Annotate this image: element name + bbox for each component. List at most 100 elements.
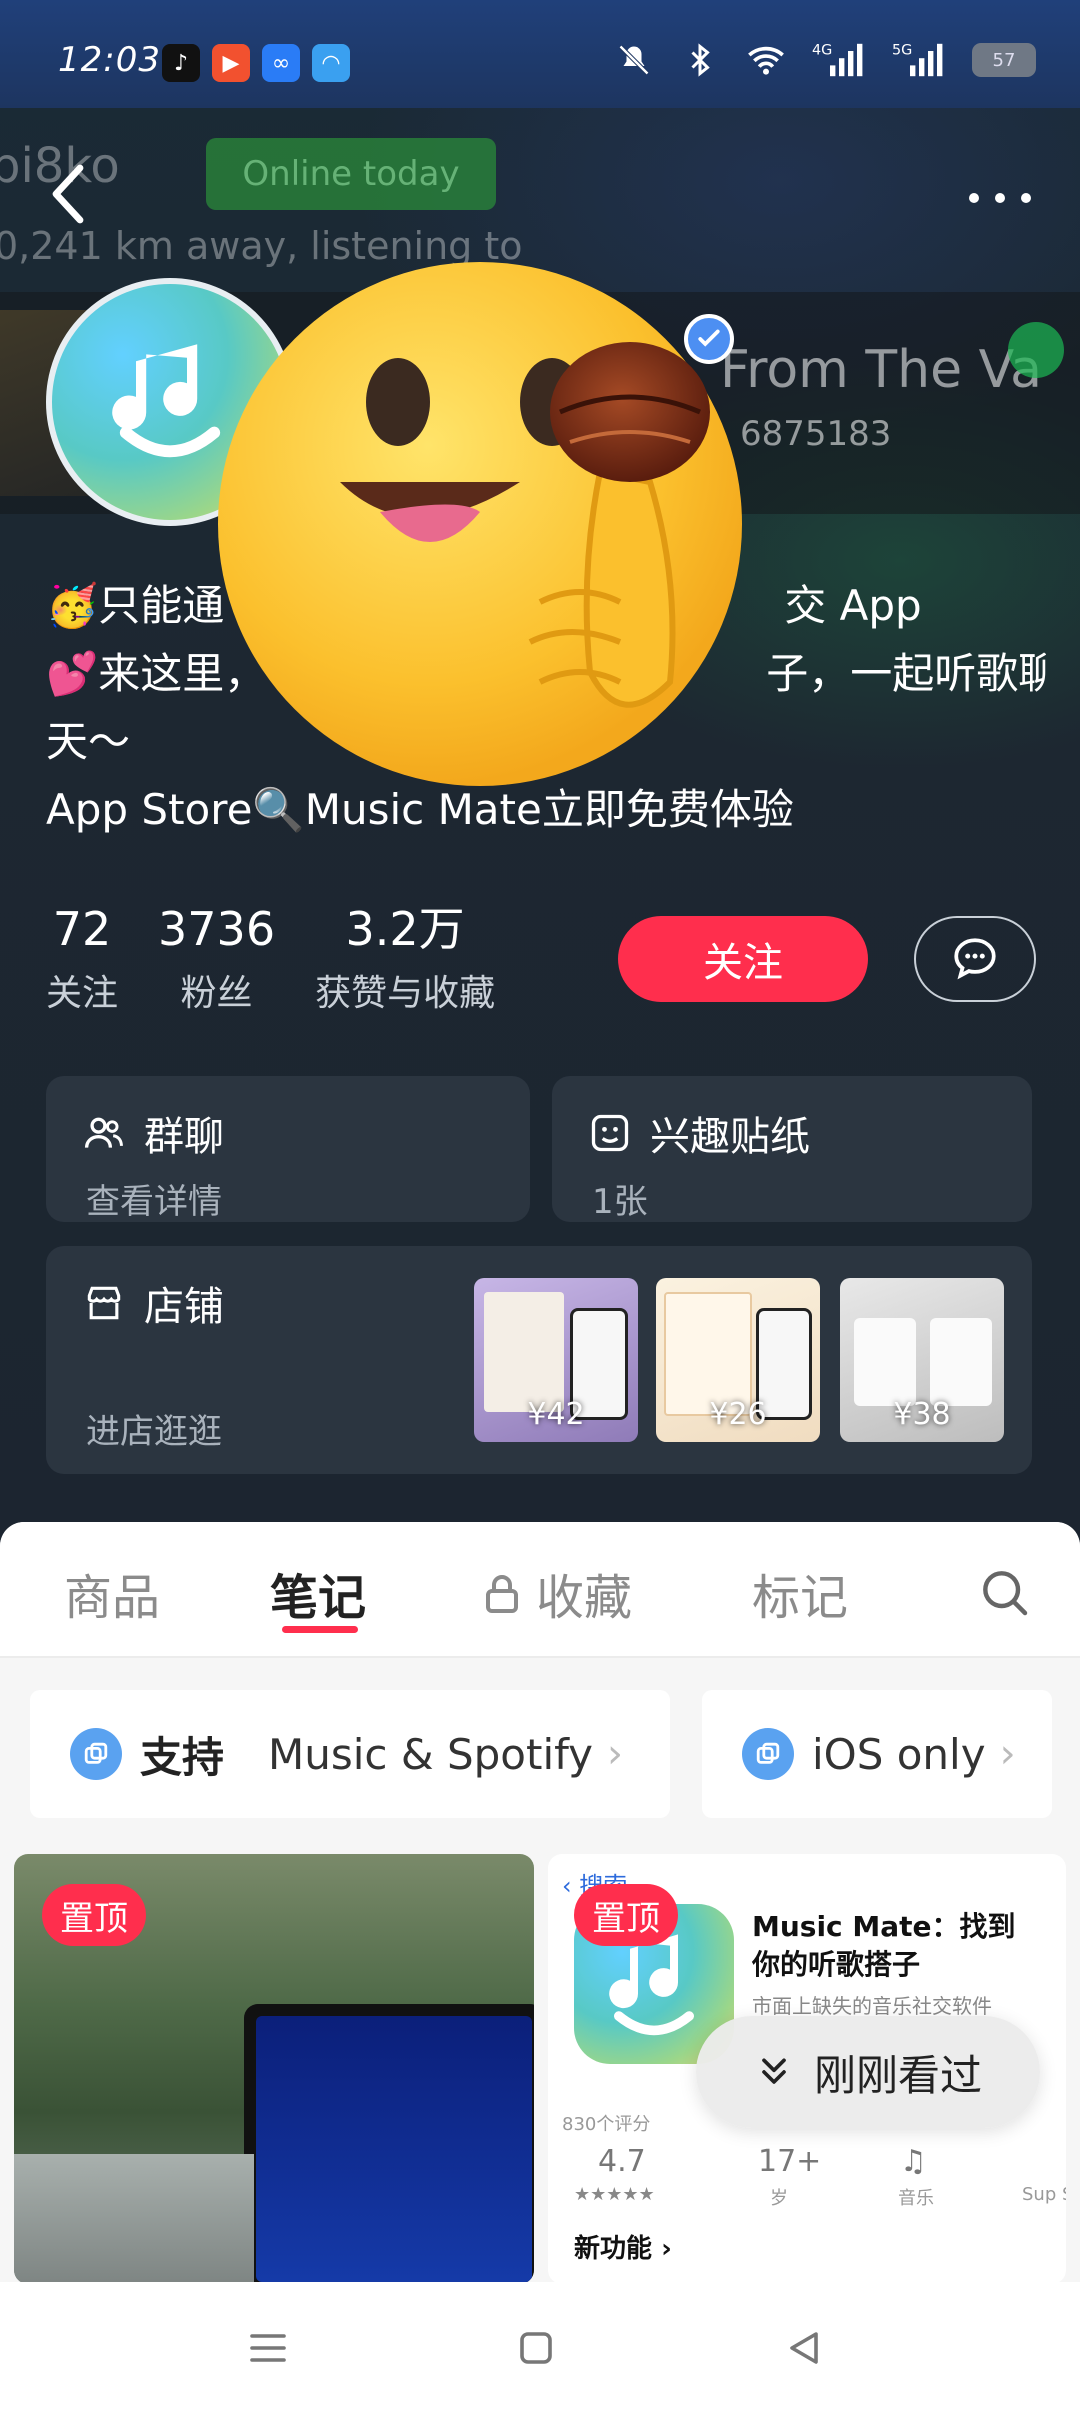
shop-item-2[interactable]: ¥26 — [656, 1278, 820, 1442]
browser-app-icon: ◠ — [312, 44, 350, 82]
ios-label: iOS only — [812, 1729, 986, 1779]
profile-header: 12:03 ♪ ▶ ∞ ◠ 4G 5G 57 pi8ko Online toda… — [0, 0, 1080, 1540]
content-sheet: 商品 笔记 收藏 标记 支持 Music & Spotify › iOS onl… — [0, 1522, 1080, 2282]
back-triangle-icon[interactable] — [780, 2324, 828, 2372]
shop-card[interactable]: 店铺 进店逛逛 ¥42 ¥26 ¥38 — [46, 1246, 1032, 1474]
shop-title: 店铺 — [144, 1284, 224, 1330]
bio-line-2-tail: 子，一起听歌聊 — [766, 649, 1046, 698]
sticker-icon — [591, 1114, 629, 1152]
magnifier-icon: 🔍 — [252, 785, 305, 834]
stat-likes[interactable]: 3.2万 获赞与收藏 — [315, 900, 495, 1016]
tab-notes[interactable]: 笔记 — [270, 1558, 366, 1628]
shop-subtitle: 进店逛逛 — [86, 1412, 222, 1452]
battery-level: 57 — [992, 49, 1016, 71]
follow-button[interactable]: 关注 — [618, 916, 868, 1002]
message-button[interactable] — [914, 916, 1036, 1002]
sticker-card[interactable]: 兴趣贴纸 1张 — [552, 1076, 1032, 1222]
stat-following[interactable]: 72 关注 — [46, 900, 118, 1016]
support-chip[interactable]: 支持 Music & Spotify › — [30, 1690, 670, 1818]
rating-count: 830个评分 — [562, 2114, 651, 2135]
group-icon — [84, 1117, 123, 1148]
bio-line-4a: App Store — [46, 785, 253, 834]
tab-label: 收藏 — [536, 1570, 633, 1626]
ios-chip[interactable]: iOS only › — [702, 1690, 1052, 1818]
shop-item-price: ¥38 — [893, 1397, 951, 1432]
system-nav-bar — [0, 2282, 1080, 2414]
bio-line-4b: Music Mate立即免费体验 — [304, 785, 794, 834]
bio-line-1-tail: 交 App — [784, 581, 922, 630]
bluetooth-icon — [680, 40, 720, 80]
signal-4g-icon: 4G — [812, 40, 866, 80]
status-icons: 4G 5G 57 — [614, 40, 1036, 80]
online-status-chip: Online today — [206, 138, 496, 210]
rating-value: 4.7 — [598, 2144, 646, 2179]
home-icon[interactable] — [512, 2324, 560, 2372]
recently-viewed-label: 刚刚看过 — [813, 2050, 982, 2100]
table-surface — [14, 2154, 254, 2282]
shop-item-3[interactable]: ¥38 — [840, 1278, 1004, 1442]
search-icon[interactable] — [976, 1564, 1032, 1620]
stat-label: 粉丝 — [180, 973, 253, 1014]
back-button[interactable] — [40, 156, 100, 232]
bio-line-1: 🥳只能通 — [46, 581, 225, 630]
svg-text:5G: 5G — [892, 43, 912, 59]
chevrons-down-icon — [762, 2058, 786, 2084]
recently-viewed-button[interactable]: 刚刚看过 — [696, 2016, 1040, 2128]
verified-badge — [684, 314, 734, 364]
group-chat-title: 群聊 — [144, 1114, 224, 1160]
stat-label: 获赞与收藏 — [315, 973, 496, 1014]
age-unit: 岁 — [770, 2188, 788, 2209]
tab-label: 商品 — [64, 1570, 161, 1626]
support-label: 支持 — [140, 1732, 225, 1782]
tab-marks[interactable]: 标记 — [752, 1558, 848, 1628]
battery-icon: 57 — [972, 43, 1036, 77]
menu-icon[interactable] — [244, 2324, 292, 2372]
cloud-app-icon: ∞ — [262, 44, 300, 82]
chevron-right-icon: › — [607, 1731, 624, 1777]
song-title: From The Va — [720, 340, 1043, 400]
note-card-1[interactable]: 置顶 — [14, 1854, 534, 2282]
stat-number: 3736 — [158, 902, 276, 956]
sticker-title: 兴趣贴纸 — [650, 1114, 810, 1160]
music-category-icon: ♫ — [900, 2144, 927, 2179]
collection-icon — [70, 1728, 122, 1780]
age-rating: 17+ — [758, 2144, 822, 2179]
tiktok-icon: ♪ — [162, 44, 200, 82]
more-options-button[interactable] — [960, 178, 1040, 218]
collection-icon — [742, 1728, 794, 1780]
stat-number: 72 — [52, 902, 112, 956]
app-subtitle: 市面上缺失的音乐社交软件 — [752, 1994, 992, 2018]
support-value: Music & Spotify — [268, 1729, 594, 1779]
status-time: 12:03 — [58, 40, 161, 80]
tab-goods[interactable]: 商品 — [64, 1558, 160, 1628]
new-features-label: 新功能 — [574, 2234, 653, 2264]
tab-collections[interactable]: 收藏 — [482, 1558, 632, 1628]
bio-line-3: 天～ — [46, 717, 131, 766]
shop-item-price: ¥26 — [709, 1397, 767, 1432]
bio: 🥳只能通 交 App 💕来这里， 子，一起听歌聊 天～ App Store🔍Musi… — [46, 572, 1046, 844]
signal-5g-icon: 5G — [892, 40, 946, 80]
mute-icon — [614, 40, 654, 80]
active-tab-indicator — [282, 1626, 358, 1633]
lock-icon — [486, 1575, 518, 1613]
developer-label: Sup Sp — [1022, 2184, 1066, 2205]
pinned-badge: 置顶 — [574, 1884, 678, 1946]
user-id: 6875183 — [740, 414, 892, 454]
profile-stats: 72 关注 3736 粉丝 3.2万 获赞与收藏 — [46, 900, 495, 1016]
category-label: 音乐 — [898, 2188, 934, 2209]
app-title: Music Mate：找到你的听歌搭子 — [752, 1910, 1016, 1981]
profile-tabs: 商品 笔记 收藏 标记 — [0, 1522, 1080, 1658]
shop-item-price: ¥42 — [527, 1397, 585, 1432]
top-nav: pi8ko Online today 0,241 km away, listen… — [0, 108, 1080, 268]
group-chat-subtitle: 查看详情 — [86, 1182, 222, 1222]
wifi-icon — [746, 40, 786, 80]
shop-item-1[interactable]: ¥42 — [474, 1278, 638, 1442]
sticker-subtitle: 1张 — [592, 1182, 648, 1222]
group-chat-card[interactable]: 群聊 查看详情 — [46, 1076, 530, 1222]
chat-bubble-icon — [954, 938, 996, 980]
video-app-icon: ▶ — [212, 44, 250, 82]
status-bar: 12:03 ♪ ▶ ∞ ◠ 4G 5G 57 — [0, 0, 1080, 108]
chevron-right-icon: › — [999, 1731, 1016, 1777]
shop-icon — [87, 1286, 121, 1320]
stat-followers[interactable]: 3736 粉丝 — [158, 900, 275, 1016]
